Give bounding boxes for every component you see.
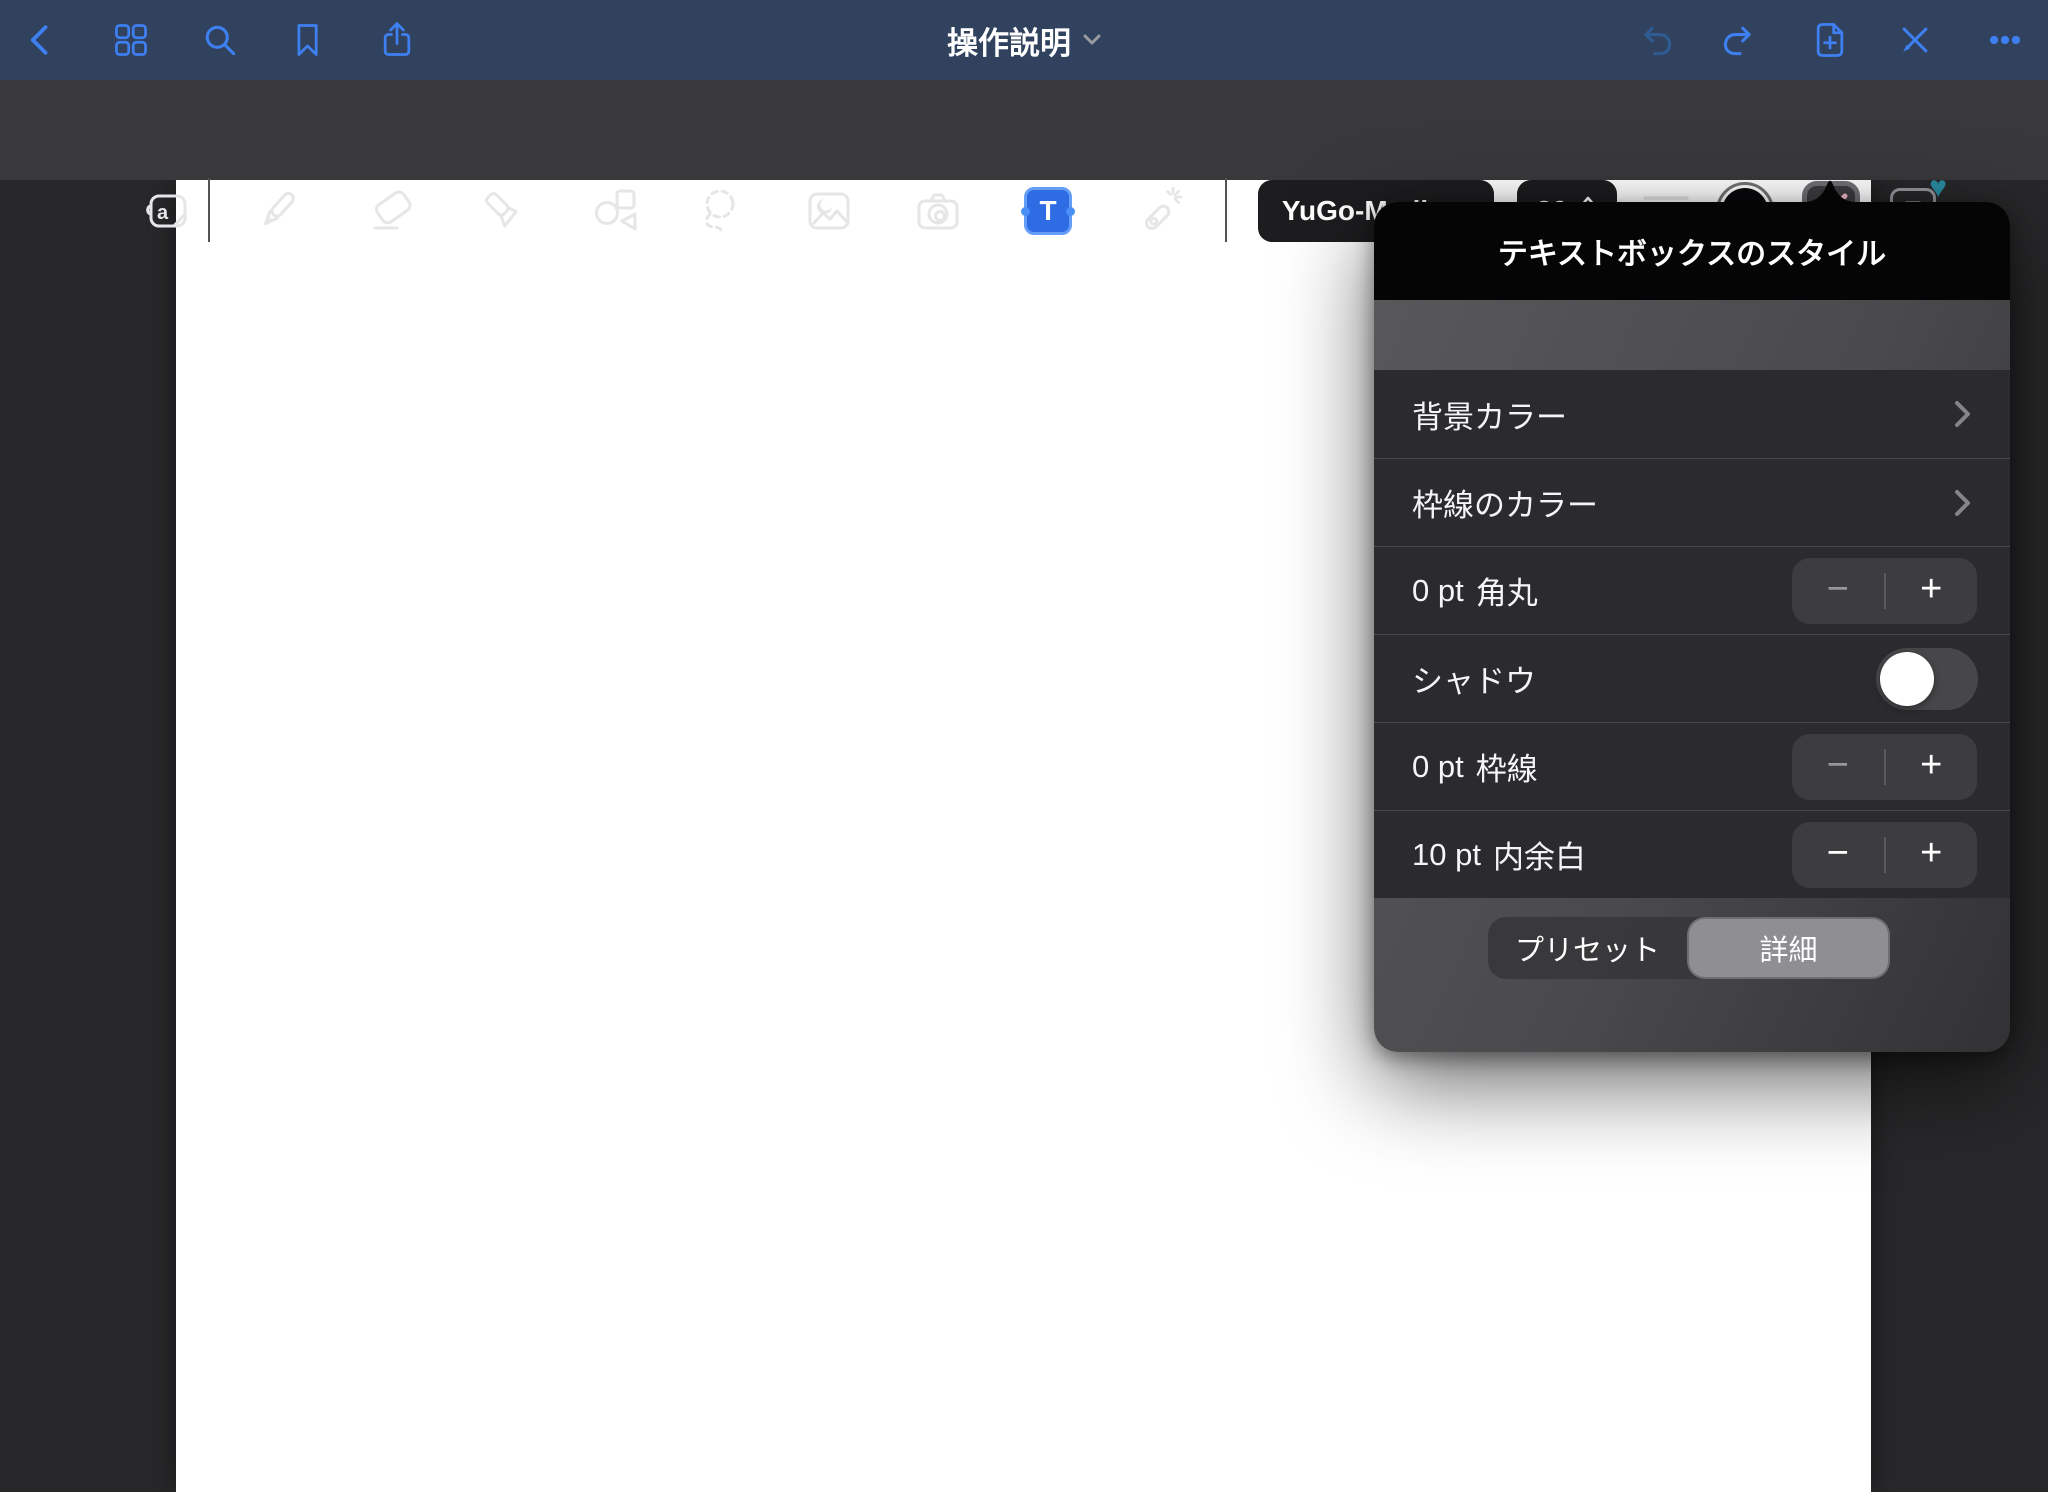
popover-title: テキストボックスのスタイル xyxy=(1498,229,1886,273)
toolbar-divider xyxy=(1225,178,1227,242)
lasso-icon xyxy=(697,187,745,235)
row-padding: 10 pt 内余白 − + xyxy=(1374,810,2010,898)
bookmark-icon xyxy=(288,20,328,60)
toolbar: a xyxy=(0,80,2048,180)
pen-tool[interactable] xyxy=(253,187,301,235)
stylus-toggle-button[interactable] xyxy=(1895,20,1935,60)
row-corner-radius: 0 pt 角丸 − + xyxy=(1374,546,2010,634)
add-page-button[interactable] xyxy=(1810,20,1850,60)
page-view-button[interactable]: a xyxy=(144,187,192,235)
image-tool[interactable] xyxy=(805,187,853,235)
page-title: 操作説明 xyxy=(947,18,1071,63)
chevron-right-icon xyxy=(1954,400,1972,428)
back-icon xyxy=(21,20,61,60)
laser-pointer-tool[interactable] xyxy=(1136,187,1184,235)
eraser-tool[interactable] xyxy=(369,187,417,235)
selection-handle-right xyxy=(1066,207,1075,216)
detail-segment[interactable]: 詳細 xyxy=(1689,919,1888,977)
shadow-toggle[interactable] xyxy=(1876,648,1978,710)
navbar: 操作説明 xyxy=(0,0,2048,80)
lasso-tool[interactable] xyxy=(697,187,745,235)
corner-radius-stepper: − + xyxy=(1792,558,1977,624)
share-icon xyxy=(377,20,417,60)
highlighter-icon xyxy=(480,187,528,235)
heart-icon: ♥ xyxy=(1929,173,1947,203)
chevron-down-icon xyxy=(1083,34,1101,46)
shapes-tool[interactable] xyxy=(592,187,640,235)
popover-footer: プリセット 詳細 xyxy=(1374,898,2010,1052)
redo-icon xyxy=(1720,20,1760,60)
laser-pointer-icon xyxy=(1136,187,1184,235)
text-tool[interactable]: T xyxy=(1024,187,1072,235)
bookmark-button[interactable] xyxy=(288,20,328,60)
camera-tool[interactable] xyxy=(914,187,962,235)
minus-button[interactable]: − xyxy=(1792,746,1884,788)
search-button[interactable] xyxy=(200,20,240,60)
svg-text:a: a xyxy=(157,202,169,224)
minus-button[interactable]: − xyxy=(1792,570,1884,612)
row-background-color[interactable]: 背景カラー xyxy=(1374,370,2010,458)
document-title[interactable]: 操作説明 xyxy=(924,0,1124,80)
grid-icon xyxy=(111,20,151,60)
pen-icon xyxy=(253,187,301,235)
plus-button[interactable]: + xyxy=(1886,746,1978,788)
goodnotes-app: 操作説明 xyxy=(0,0,2048,1492)
selection-handle-left xyxy=(1021,207,1030,216)
toolbar-divider xyxy=(208,178,210,242)
popover-header: テキストボックスのスタイル xyxy=(1374,202,2010,300)
toggle-knob xyxy=(1880,652,1934,706)
style-mode-segmented-control: プリセット 詳細 xyxy=(1488,917,1890,979)
highlighter-tool[interactable] xyxy=(480,187,528,235)
thumbnails-button[interactable] xyxy=(111,20,151,60)
preset-segment[interactable]: プリセット xyxy=(1488,917,1687,979)
camera-icon xyxy=(914,187,962,235)
sidebar-view-icon: a xyxy=(144,187,192,235)
row-shadow: シャドウ xyxy=(1374,634,2010,722)
search-icon xyxy=(200,20,240,60)
redo-button[interactable] xyxy=(1720,20,1760,60)
add-page-icon xyxy=(1810,20,1850,60)
style-options-list: 背景カラー 枠線のカラー 0 pt 角丸 − + xyxy=(1374,370,2010,898)
minus-button[interactable]: − xyxy=(1792,834,1884,876)
chevron-right-icon xyxy=(1954,489,1972,517)
more-button[interactable] xyxy=(1985,20,2025,60)
stylus-cross-icon xyxy=(1895,20,1935,60)
share-button[interactable] xyxy=(377,20,417,60)
plus-button[interactable]: + xyxy=(1886,570,1978,612)
border-width-stepper: − + xyxy=(1792,734,1977,800)
padding-stepper: − + xyxy=(1792,822,1977,888)
row-border-width: 0 pt 枠線 − + xyxy=(1374,722,2010,810)
undo-icon xyxy=(1635,20,1675,60)
eraser-icon xyxy=(369,187,417,235)
shapes-icon xyxy=(592,187,640,235)
textbox-style-popover: テキストボックスのスタイル 背景カラー 枠線のカラー 0 pt 角丸 − xyxy=(1374,202,2010,1052)
row-border-color[interactable]: 枠線のカラー xyxy=(1374,458,2010,546)
back-button[interactable] xyxy=(21,20,61,60)
image-icon xyxy=(805,187,853,235)
ellipsis-icon xyxy=(1985,20,2025,60)
undo-button[interactable] xyxy=(1635,20,1675,60)
popover-arrow xyxy=(1804,176,1856,202)
text-tool-glyph: T xyxy=(1027,190,1069,232)
plus-button[interactable]: + xyxy=(1886,834,1978,876)
